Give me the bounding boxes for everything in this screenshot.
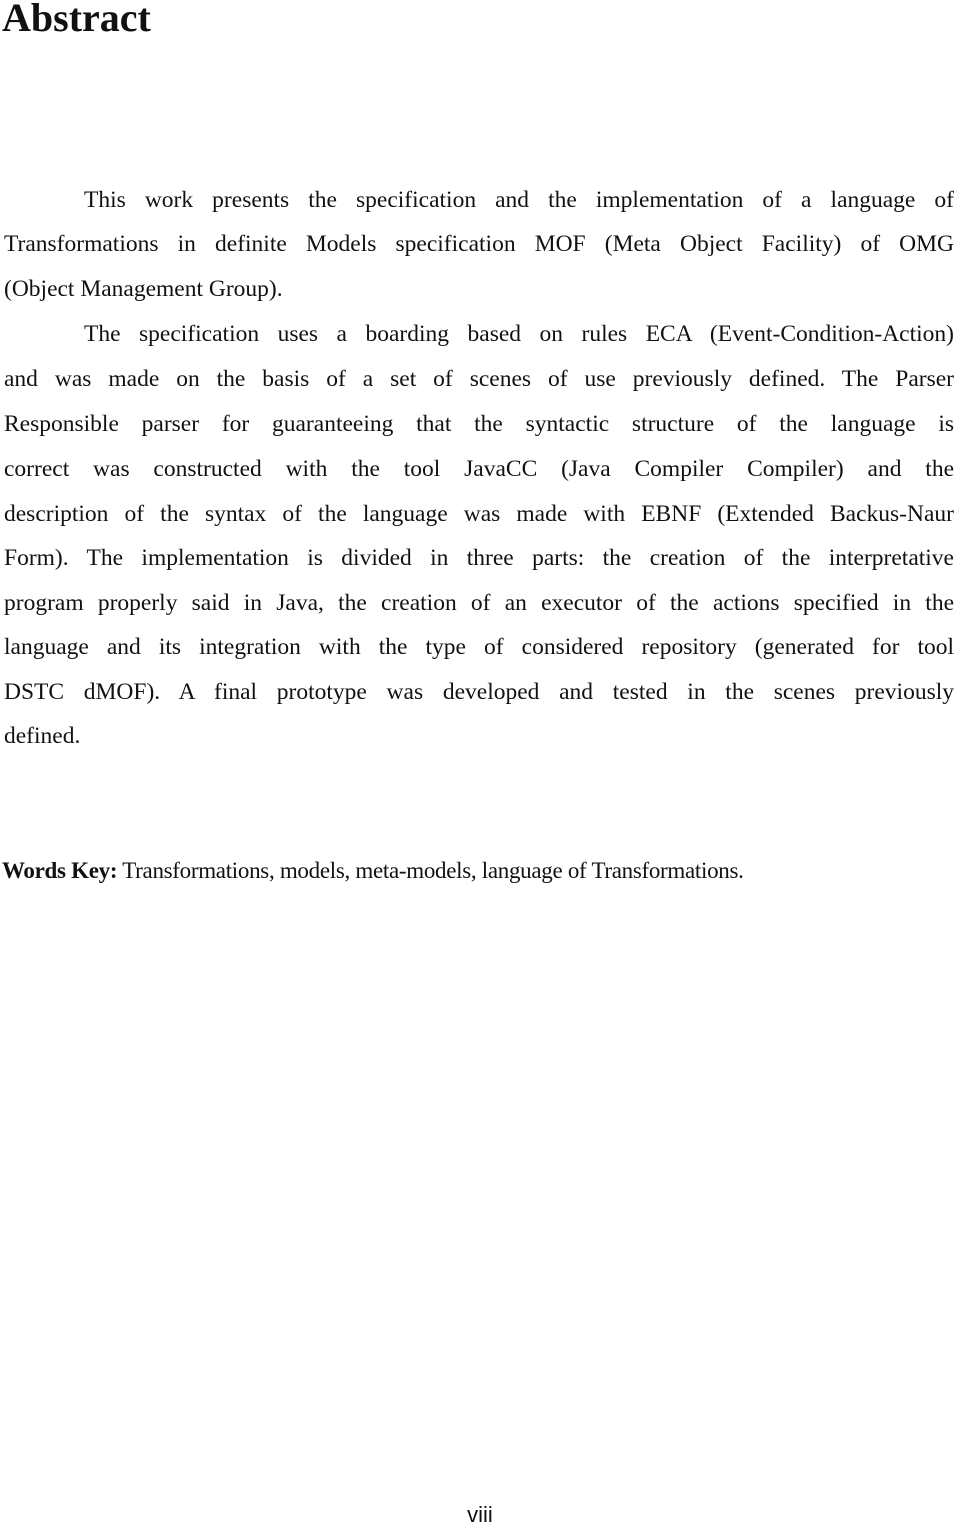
text-line: and was made on the basis of a set of sc… [4,366,954,392]
text-line: (Object Management Group). [4,276,283,302]
text-line: Responsible parser for guaranteeing that… [4,411,954,437]
text-line: defined. [4,723,81,749]
page-number: viii [467,1502,493,1527]
text-line: This work presents the specification and… [84,187,954,213]
text-line: description of the syntax of the languag… [4,501,954,527]
keywords: Words Key: Transformations, models, meta… [2,857,744,885]
keywords-label: Words Key: [2,858,118,883]
text-line: DSTC dMOF). A final prototype was develo… [4,679,954,705]
page-title: Abstract [2,0,151,40]
text-line: correct was constructed with the tool Ja… [4,456,954,482]
keywords-text: Transformations, models, meta-models, la… [117,858,744,883]
text-line: The specification uses a boarding based … [84,321,954,347]
text-line: Form). The implementation is divided in … [4,545,954,571]
text-line: language and its integration with the ty… [4,634,954,660]
text-line: program properly said in Java, the creat… [4,590,954,616]
text-line: Transformations in definite Models speci… [4,231,954,257]
